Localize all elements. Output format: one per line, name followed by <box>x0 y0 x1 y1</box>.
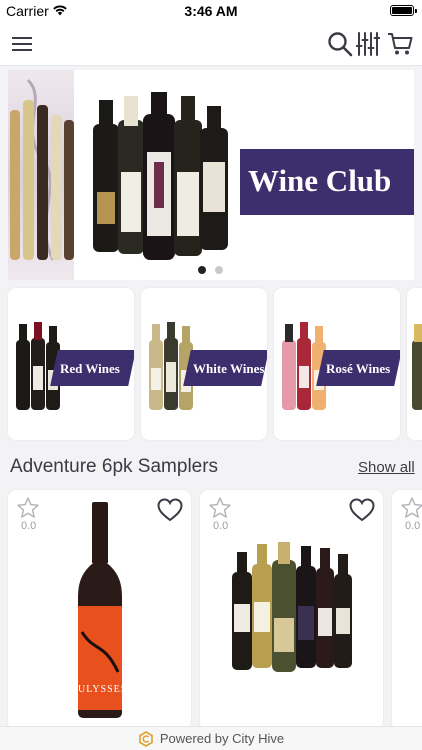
category-label: White Wines <box>193 361 265 376</box>
product-card[interactable]: 0.0 <box>392 490 422 726</box>
star-rating-icon[interactable] <box>16 496 40 520</box>
status-bar: Carrier 3:46 AM <box>0 0 422 22</box>
sparkling-bottle-image <box>412 324 422 410</box>
category-card-red-wines[interactable]: Red Wines <box>8 288 134 440</box>
section-title: Adventure 6pk Samplers <box>10 456 219 477</box>
menu-button[interactable] <box>6 28 38 60</box>
nav-bar <box>0 22 422 66</box>
hamburger-menu-icon <box>12 37 32 51</box>
show-all-link[interactable]: Show all <box>358 459 415 476</box>
category-card-rose-wines[interactable]: Rosé Wines <box>274 288 400 440</box>
home-content: Wine Club Red Wines White Wines Rosé Win… <box>0 66 422 726</box>
search-icon <box>328 32 353 57</box>
hero-bottles-image <box>93 92 228 260</box>
powered-by-footer: Powered by City Hive <box>0 726 422 750</box>
battery-icon <box>390 5 417 16</box>
category-label: Rosé Wines <box>326 361 391 376</box>
rating-value: 0.0 <box>213 520 229 532</box>
hero-decor-image <box>8 70 74 280</box>
hero-banner: Wine Club <box>240 149 414 215</box>
heart-icon[interactable] <box>157 498 183 522</box>
product-card[interactable]: 0.0 <box>200 490 383 726</box>
footer-text: Powered by City Hive <box>159 731 285 746</box>
star-rating-icon[interactable] <box>400 496 422 520</box>
cart-button[interactable] <box>386 28 414 60</box>
product-carousel: 0.0 ULYSSES 0.0 0.0 <box>8 490 422 726</box>
carousel-pager[interactable] <box>198 266 223 274</box>
status-time: 3:46 AM <box>184 3 238 19</box>
star-rating-icon[interactable] <box>208 496 232 520</box>
category-card-partial[interactable] <box>407 288 422 440</box>
hero-carousel[interactable]: Wine Club <box>8 70 414 280</box>
category-card-white-wines[interactable]: White Wines <box>141 288 267 440</box>
city-hive-logo-icon <box>139 730 153 747</box>
pager-dot[interactable] <box>215 266 223 274</box>
hero-banner-text: Wine Club <box>248 163 392 198</box>
product-card[interactable]: 0.0 ULYSSES <box>8 490 191 726</box>
rating-value: 0.0 <box>21 520 37 532</box>
rating-value: 0.0 <box>405 520 421 532</box>
product-bottles-image <box>232 542 352 672</box>
category-label: Red Wines <box>60 361 120 376</box>
product-label-text: ULYSSES <box>78 684 128 695</box>
category-carousel: Red Wines White Wines Rosé Wines <box>8 288 422 440</box>
pager-dot[interactable] <box>198 266 206 274</box>
search-button[interactable] <box>326 28 354 60</box>
cart-icon <box>388 33 413 55</box>
heart-icon[interactable] <box>349 498 375 522</box>
filter-button[interactable] <box>355 28 381 60</box>
filter-sliders-icon <box>356 32 380 56</box>
